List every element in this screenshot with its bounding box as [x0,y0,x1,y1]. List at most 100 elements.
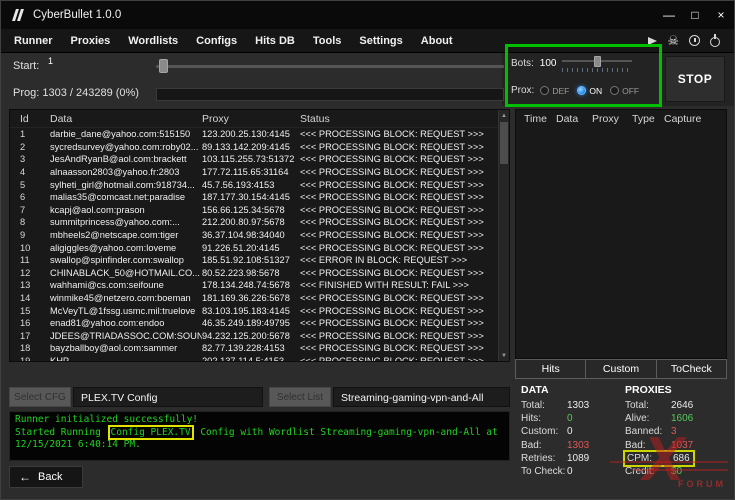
scroll-down-icon[interactable]: ▼ [499,350,509,361]
prox-option-off[interactable]: OFF [610,86,639,96]
start-input[interactable]: 1 [48,56,53,66]
runner-cell-status: <<< PROCESSING BLOCK: REQUEST >>> [300,331,498,341]
runner-column-status: Status [300,113,509,125]
runner-row[interactable]: 6malias35@comcast.net:paradise187.177.30… [10,191,498,204]
runner-row[interactable]: 15McVeyTL@1fssg.usmc.mil:truelove83.103.… [10,304,498,317]
start-slider-thumb[interactable] [159,59,168,73]
results-column-data: Data [556,113,592,125]
menu-item-tools[interactable]: Tools [304,29,351,53]
runner-cell-status: <<< ERROR IN BLOCK: REQUEST >>> [300,255,498,265]
results-column-time: Time [524,113,556,125]
menu-item-wordlists[interactable]: Wordlists [119,29,187,53]
wordlist-name-field[interactable]: Streaming-gaming-vpn-and-All [333,387,510,407]
menu-item-runner[interactable]: Runner [5,29,62,53]
stat-proxies-alive-: Alive:1606 [625,412,735,425]
stat-data-bad-: Bad:1303 [521,439,621,452]
telegram-icon[interactable] [648,37,657,45]
back-button[interactable]: ← Back [9,466,83,488]
radio-icon-on [577,86,586,95]
prox-option-def[interactable]: DEF [540,86,569,96]
runner-column-id: Id [20,113,50,125]
runner-cell-id: 6 [20,192,50,202]
start-slider-track[interactable] [156,65,504,68]
runner-cell-proxy: 89.133.142.209:4145 [202,142,300,152]
runner-row[interactable]: 12CHINABLACK_50@HOTMAIL.CO...80.52.223.9… [10,267,498,280]
back-button-label: Back [38,471,62,483]
runner-row[interactable]: 11swallop@spinfinder.com:swallop185.51.9… [10,254,498,267]
menu-item-proxies[interactable]: Proxies [62,29,120,53]
menu-item-settings[interactable]: Settings [350,29,411,53]
stat-value: 1089 [567,452,589,465]
skull-icon[interactable]: ☠ [667,34,679,47]
stat-value: 1303 [567,399,589,412]
prox-option-label: OFF [622,86,639,96]
window-title: CyberBullet 1.0.0 [33,9,121,21]
runner-row[interactable]: 10aligiggles@yahoo.com:loveme91.226.51.2… [10,241,498,254]
config-name-field[interactable]: PLEX.TV Config [73,387,263,407]
stat-value: 686 [673,452,690,465]
stat-label: CPM: [627,452,673,465]
runner-row[interactable]: 14winmike45@netzero.com:boeman181.169.36… [10,292,498,305]
results-tabs: HitsCustomToCheck [515,359,727,379]
maximize-button[interactable]: □ [682,1,708,29]
bots-slider-ticks [562,68,632,72]
runner-row[interactable]: 9mbheels2@netscape.com:tiger36.37.104.98… [10,229,498,242]
prox-option-on[interactable]: ON [577,86,602,96]
runner-row[interactable]: 13wahhami@cs.com:seifoune178.134.248.74:… [10,279,498,292]
runner-row[interactable]: 7kcapj@aol.com:prason156.66.125.34:5678<… [10,204,498,217]
app-logo-icon [11,8,25,22]
runner-row[interactable]: 18bayzballboy@aol.com:sammer82.77.139.22… [10,342,498,355]
tab-hits[interactable]: Hits [515,359,586,379]
menu-item-configs[interactable]: Configs [187,29,246,53]
history-clock-icon[interactable] [689,35,700,46]
runner-cell-proxy: 83.103.195.183:4145 [202,306,300,316]
runner-cell-data: alnaasson2803@yahoo.fr:2803 [50,167,202,177]
runner-row[interactable]: 8summitprincess@yahoo.com:...212.200.80.… [10,216,498,229]
runner-cell-id: 9 [20,230,50,240]
stat-label: Bad: [521,439,567,452]
runner-row[interactable]: 17JDEES@TRIADASSOC.COM:SOUN...94.232.125… [10,330,498,343]
runner-cell-id: 5 [20,180,50,190]
prox-radio-group: DEF ON OFF [540,86,639,96]
power-icon[interactable] [710,37,720,47]
menu-item-about[interactable]: About [412,29,462,53]
runner-cell-status: <<< FINISHED WITH RESULT: FAIL >>> [300,280,498,290]
menu-item-hits-db[interactable]: Hits DB [246,29,304,53]
bots-slider[interactable] [562,56,632,72]
close-button[interactable]: × [708,1,734,29]
runner-row[interactable]: 2sycredsurvey@yahoo.com:roby02...89.133.… [10,141,498,154]
runner-cell-id: 16 [20,318,50,328]
stat-label: Retries: [521,452,567,465]
start-slider[interactable] [156,59,504,73]
runner-scrollbar[interactable]: ▲ ▼ [498,110,509,361]
runner-cell-status: <<< PROCESSING BLOCK: REQUEST >>> [300,230,498,240]
back-arrow-icon: ← [19,470,31,484]
tab-custom[interactable]: Custom [586,359,656,379]
runner-row[interactable]: 5sylheti_girl@hotmail.com:918734...45.7.… [10,178,498,191]
runner-row[interactable]: 3JesAndRyanB@aol.com:brackett103.115.255… [10,153,498,166]
runner-cell-proxy: 202.137.114.5:4153 [202,356,300,361]
runner-cell-data: darbie_dane@yahoo.com:515150 [50,129,202,139]
scrollbar-thumb[interactable] [500,122,508,164]
runner-cell-id: 8 [20,217,50,227]
runner-log: Runner initialized successfully! Started… [9,411,510,461]
runner-cell-status: <<< PROCESSING BLOCK: REQUEST >>> [300,192,498,202]
runner-row[interactable]: 4alnaasson2803@yahoo.fr:2803177.72.115.6… [10,166,498,179]
tab-tocheck[interactable]: ToCheck [657,359,727,379]
runner-cell-proxy: 82.77.139.228:4153 [202,343,300,353]
select-list-button[interactable]: Select List [269,387,331,407]
results-panel: TimeDataProxyTypeCapture [515,109,727,359]
runner-cell-id: 14 [20,293,50,303]
runner-row[interactable]: 16enad81@yahoo.com:endoo46.35.249.189:49… [10,317,498,330]
results-table-header: TimeDataProxyTypeCapture [516,110,726,128]
scroll-up-icon[interactable]: ▲ [499,110,509,121]
stat-data-hits-: Hits:0 [521,412,621,425]
select-cfg-button[interactable]: Select CFG [9,387,71,407]
runner-row[interactable]: 1darbie_dane@yahoo.com:515150123.200.25.… [10,128,498,141]
bots-slider-thumb[interactable] [594,56,601,67]
stop-button[interactable]: STOP [665,56,725,102]
log-config-highlight: Config PLEX.TV [108,425,194,440]
runner-row[interactable]: 19KHP...202.137.114.5:4153<<< PROCESSING… [10,355,498,361]
runner-cell-proxy: 36.37.104.98:34040 [202,230,300,240]
minimize-button[interactable]: — [656,1,682,29]
